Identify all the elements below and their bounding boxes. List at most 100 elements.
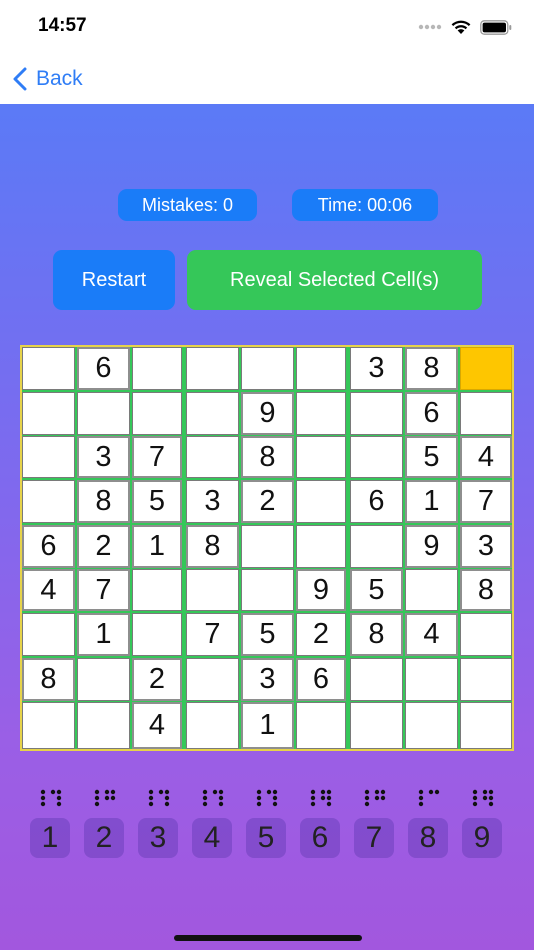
sudoku-cell-r4c9[interactable]: 7 [460, 480, 512, 523]
sudoku-cell-r5c2[interactable]: 2 [77, 525, 130, 568]
sudoku-cell-r7c2[interactable]: 1 [77, 613, 130, 656]
sudoku-cell-r2c7[interactable] [350, 392, 403, 435]
number-key-8[interactable]: 8 [408, 818, 448, 858]
sudoku-cell-r1c5[interactable] [241, 347, 294, 390]
sudoku-cell-r5c5[interactable] [241, 525, 294, 568]
sudoku-cell-r8c2[interactable] [77, 658, 130, 701]
number-key-1[interactable]: 1 [30, 818, 70, 858]
sudoku-cell-r1c4[interactable] [186, 347, 239, 390]
status-bar: 14:57 [0, 0, 534, 54]
sudoku-cell-r5c7[interactable] [350, 525, 403, 568]
sudoku-cell-r8c8[interactable] [405, 658, 458, 701]
game-screen: Mistakes: 0 Time: 00:06 Restart Reveal S… [0, 104, 534, 950]
mistakes-counter: Mistakes: 0 [118, 189, 257, 221]
sudoku-cell-r9c2[interactable] [77, 702, 130, 749]
sudoku-cell-r1c6[interactable] [296, 347, 346, 390]
sudoku-cell-r6c6[interactable]: 9 [296, 569, 346, 611]
sudoku-cell-r9c7[interactable] [350, 702, 403, 749]
sudoku-cell-r3c1[interactable] [22, 436, 75, 478]
sudoku-cell-r3c9[interactable]: 4 [460, 436, 512, 478]
sudoku-cell-r8c1[interactable]: 8 [22, 658, 75, 701]
sudoku-cell-r8c3[interactable]: 2 [132, 658, 182, 701]
sudoku-cell-r4c6[interactable] [296, 480, 346, 523]
reveal-selected-button[interactable]: Reveal Selected Cell(s) [187, 250, 482, 310]
sudoku-cell-r8c6[interactable]: 6 [296, 658, 346, 701]
sudoku-cell-r4c4[interactable]: 3 [186, 480, 239, 523]
sudoku-cell-r9c8[interactable] [405, 702, 458, 749]
sudoku-cell-r6c7[interactable]: 5 [350, 569, 403, 611]
number-key-6[interactable]: 6 [300, 818, 340, 858]
number-key-9[interactable]: 9 [462, 818, 502, 858]
cellular-signal-icon [418, 24, 442, 30]
sudoku-cell-r6c4[interactable] [186, 569, 239, 611]
sudoku-cell-r1c9[interactable] [460, 347, 512, 390]
sudoku-cell-r1c8[interactable]: 8 [405, 347, 458, 390]
sudoku-cell-r6c5[interactable] [241, 569, 294, 611]
sudoku-cell-r6c8[interactable] [405, 569, 458, 611]
sudoku-cell-r1c1[interactable] [22, 347, 75, 390]
sudoku-cell-r3c3[interactable]: 7 [132, 436, 182, 478]
sudoku-cell-r6c3[interactable] [132, 569, 182, 611]
sudoku-cell-r3c5[interactable]: 8 [241, 436, 294, 478]
sudoku-cell-r5c1[interactable]: 6 [22, 525, 75, 568]
sudoku-cell-r6c9[interactable]: 8 [460, 569, 512, 611]
sudoku-cell-r3c2[interactable]: 3 [77, 436, 130, 478]
restart-button[interactable]: Restart [53, 250, 175, 310]
sudoku-cell-r3c7[interactable] [350, 436, 403, 478]
sudoku-cell-r9c6[interactable] [296, 702, 346, 749]
sudoku-cell-r9c9[interactable] [460, 702, 512, 749]
sudoku-cell-r2c6[interactable] [296, 392, 346, 435]
number-key-4[interactable]: 4 [192, 818, 232, 858]
sudoku-cell-r6c2[interactable]: 7 [77, 569, 130, 611]
sudoku-cell-r2c1[interactable] [22, 392, 75, 435]
number-key-2[interactable]: 2 [84, 818, 124, 858]
sudoku-cell-r2c4[interactable] [186, 392, 239, 435]
sudoku-cell-r9c4[interactable] [186, 702, 239, 749]
sudoku-cell-r8c9[interactable] [460, 658, 512, 701]
sudoku-cell-r2c9[interactable] [460, 392, 512, 435]
back-button[interactable]: Back [12, 62, 83, 96]
home-indicator [174, 935, 362, 941]
sudoku-cell-r4c3[interactable]: 5 [132, 480, 182, 523]
sudoku-cell-r7c8[interactable]: 4 [405, 613, 458, 656]
sudoku-cell-r3c8[interactable]: 5 [405, 436, 458, 478]
sudoku-cell-r1c2[interactable]: 6 [77, 347, 130, 390]
sudoku-cell-r5c4[interactable]: 8 [186, 525, 239, 568]
sudoku-cell-r4c2[interactable]: 8 [77, 480, 130, 523]
sudoku-cell-r7c4[interactable]: 7 [186, 613, 239, 656]
sudoku-cell-r1c7[interactable]: 3 [350, 347, 403, 390]
sudoku-cell-r4c5[interactable]: 2 [241, 480, 294, 523]
sudoku-cell-r5c9[interactable]: 3 [460, 525, 512, 568]
sudoku-cell-r7c5[interactable]: 5 [241, 613, 294, 656]
sudoku-cell-r7c1[interactable] [22, 613, 75, 656]
sudoku-cell-r1c3[interactable] [132, 347, 182, 390]
sudoku-cell-r2c3[interactable] [132, 392, 182, 435]
sudoku-cell-r5c8[interactable]: 9 [405, 525, 458, 568]
sudoku-cell-r9c1[interactable] [22, 702, 75, 749]
sudoku-cell-r2c8[interactable]: 6 [405, 392, 458, 435]
number-key-7[interactable]: 7 [354, 818, 394, 858]
sudoku-cell-r7c9[interactable] [460, 613, 512, 656]
sudoku-cell-r7c3[interactable] [132, 613, 182, 656]
sudoku-cell-r8c5[interactable]: 3 [241, 658, 294, 701]
sudoku-cell-r9c3[interactable]: 4 [132, 702, 182, 749]
braille-digit-7-icon [364, 789, 386, 807]
sudoku-cell-r2c2[interactable] [77, 392, 130, 435]
sudoku-cell-r8c7[interactable] [350, 658, 403, 701]
sudoku-cell-r5c6[interactable] [296, 525, 346, 568]
number-key-3[interactable]: 3 [138, 818, 178, 858]
sudoku-cell-r8c4[interactable] [186, 658, 239, 701]
number-key-5[interactable]: 5 [246, 818, 286, 858]
sudoku-cell-r7c6[interactable]: 2 [296, 613, 346, 656]
sudoku-cell-r7c7[interactable]: 8 [350, 613, 403, 656]
sudoku-cell-r4c8[interactable]: 1 [405, 480, 458, 523]
sudoku-cell-r3c6[interactable] [296, 436, 346, 478]
status-icons [418, 17, 512, 37]
sudoku-cell-r6c1[interactable]: 4 [22, 569, 75, 611]
sudoku-cell-r3c4[interactable] [186, 436, 239, 478]
sudoku-cell-r4c1[interactable] [22, 480, 75, 523]
sudoku-cell-r9c5[interactable]: 1 [241, 702, 294, 749]
sudoku-cell-r4c7[interactable]: 6 [350, 480, 403, 523]
sudoku-cell-r5c3[interactable]: 1 [132, 525, 182, 568]
sudoku-cell-r2c5[interactable]: 9 [241, 392, 294, 435]
